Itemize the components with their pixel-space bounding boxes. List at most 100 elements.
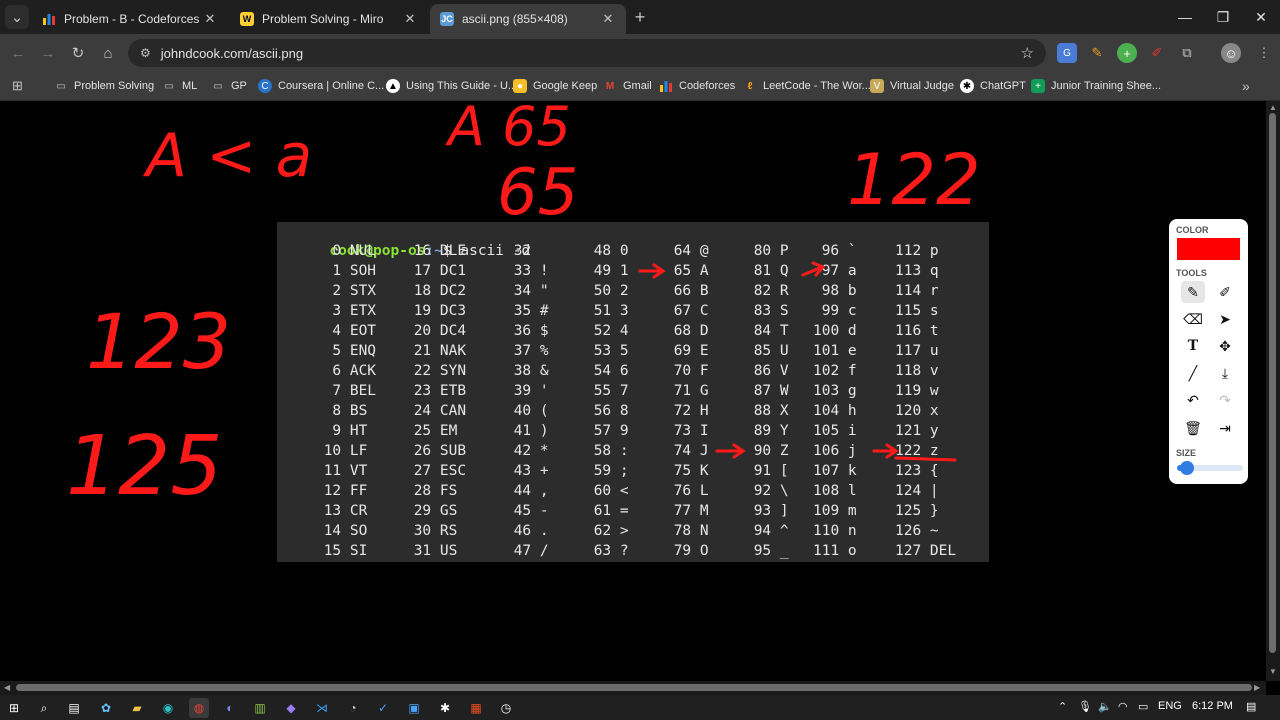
- ascii-entry: 66 B: [673, 283, 709, 299]
- notepad-icon[interactable]: ▥: [250, 698, 270, 718]
- bookmark-chatgpt[interactable]: ✱ ChatGPT: [960, 77, 1026, 95]
- bookmark-star-icon[interactable]: ☆: [1021, 44, 1034, 62]
- discord-icon[interactable]: ◐: [220, 698, 240, 718]
- pen-extension-icon[interactable]: ✎: [1087, 43, 1107, 63]
- color-swatch[interactable]: [1177, 238, 1240, 260]
- exit-icon[interactable]: ⇥: [1213, 417, 1237, 439]
- bookmark-junior-training-sheet[interactable]: + Junior Training Shee...: [1031, 77, 1161, 95]
- tab-miro[interactable]: W Problem Solving - Miro ✕: [230, 4, 428, 34]
- trash-icon[interactable]: 🗑: [1181, 417, 1205, 439]
- clock-app-icon[interactable]: ◷: [496, 698, 516, 718]
- volume-icon[interactable]: 🔈: [1098, 700, 1112, 713]
- close-window-button[interactable]: ✕: [1242, 0, 1280, 34]
- obsidian-icon[interactable]: ◆: [281, 698, 301, 718]
- copilot-icon[interactable]: ✿: [96, 698, 116, 718]
- undo-icon[interactable]: ↶: [1181, 389, 1205, 411]
- linear-icon[interactable]: ▣: [404, 698, 424, 718]
- menu-kebab-icon[interactable]: ⋮: [1254, 43, 1274, 63]
- size-slider-thumb[interactable]: [1180, 461, 1194, 475]
- bookmark-using-this-guide[interactable]: ▲ Using This Guide - U...: [386, 77, 517, 95]
- redo-icon[interactable]: ↷: [1213, 389, 1237, 411]
- edge-icon[interactable]: ◉: [158, 698, 178, 718]
- office-icon[interactable]: ▦: [466, 698, 486, 718]
- text-tool-icon[interactable]: T: [1181, 335, 1205, 357]
- pen-tool-icon[interactable]: ✎: [1181, 281, 1205, 303]
- bookmark-ml[interactable]: ▭ ML: [162, 77, 197, 95]
- tab-ascii-image[interactable]: JC ascii.png (855×408) ✕: [430, 4, 626, 34]
- download-tool-icon[interactable]: ⤓: [1213, 362, 1237, 384]
- extensions-puzzle-icon[interactable]: ⧉: [1177, 43, 1197, 63]
- bookmark-gp[interactable]: ▭ GP: [211, 77, 247, 95]
- scroll-left-icon[interactable]: ◀: [4, 683, 10, 692]
- back-button[interactable]: ←: [6, 41, 30, 65]
- ascii-entry: 18 DC2: [413, 283, 467, 299]
- wifi-icon[interactable]: ◠: [1118, 700, 1128, 713]
- line-tool-icon[interactable]: ╱: [1181, 362, 1205, 384]
- bookmark-virtual-judge[interactable]: V Virtual Judge: [870, 77, 954, 95]
- reload-button[interactable]: ↻: [66, 41, 90, 65]
- forward-button[interactable]: →: [36, 41, 60, 65]
- home-button[interactable]: ⌂: [96, 41, 120, 65]
- new-tab-button[interactable]: +: [628, 5, 652, 29]
- battery-icon[interactable]: ▭: [1138, 700, 1148, 713]
- clock-time[interactable]: 6:12 PM: [1192, 700, 1233, 712]
- todo-icon[interactable]: ✓: [373, 698, 393, 718]
- bookmark-problem-solving[interactable]: ▭ Problem Solving: [54, 77, 154, 95]
- move-tool-icon[interactable]: ✥: [1213, 335, 1237, 357]
- ascii-entry: 38 &: [513, 363, 549, 379]
- apps-grid-icon[interactable]: ⊞: [12, 77, 23, 95]
- task-view-icon[interactable]: ▤: [64, 698, 84, 718]
- address-bar[interactable]: ⚙ johndcook.com/ascii.png ☆: [128, 39, 1046, 67]
- chrome-icon[interactable]: ◍: [189, 698, 209, 718]
- vertical-scrollbar[interactable]: ▲ ▼: [1266, 101, 1280, 681]
- tab-codeforces[interactable]: Problem - B - Codeforces ✕: [32, 4, 228, 34]
- bookmark-codeforces[interactable]: Codeforces: [659, 77, 735, 95]
- close-icon[interactable]: ✕: [402, 11, 418, 27]
- tray-overflow-chevron-icon[interactable]: ⌃: [1058, 700, 1067, 713]
- site-info-icon[interactable]: ⚙: [140, 46, 151, 60]
- scroll-right-icon[interactable]: ▶: [1254, 683, 1260, 692]
- bookmark-label: Virtual Judge: [890, 80, 955, 92]
- file-explorer-icon[interactable]: ▰: [127, 698, 147, 718]
- marker-extension-icon[interactable]: ✐: [1147, 43, 1167, 63]
- ascii-entry: 111 o: [813, 543, 857, 559]
- vscode-icon[interactable]: ⋊: [312, 698, 332, 718]
- horizontal-scrollbar[interactable]: ◀ ▶: [0, 681, 1266, 695]
- scroll-up-icon[interactable]: ▲: [1269, 103, 1277, 112]
- bookmark-gmail[interactable]: M Gmail: [603, 77, 652, 95]
- microphone-icon[interactable]: 🎙: [1078, 700, 1092, 713]
- ascii-entry: 107 k: [813, 463, 857, 479]
- tab-search-button[interactable]: ⌄: [5, 5, 29, 29]
- eraser-tool-icon[interactable]: ⌫: [1181, 308, 1205, 330]
- language-indicator[interactable]: ENG: [1158, 700, 1182, 712]
- windows-start-icon[interactable]: ⊞: [4, 698, 24, 718]
- ascii-entry: 112 p: [895, 243, 939, 259]
- minimize-button[interactable]: —: [1166, 0, 1204, 34]
- profile-avatar[interactable]: ☺: [1221, 43, 1241, 63]
- plus-extension-icon[interactable]: +: [1117, 43, 1137, 63]
- ascii-entry: 89 Y: [753, 423, 789, 439]
- ascii-entry: 37 %: [513, 343, 549, 359]
- bookmark-leetcode[interactable]: ℓ LeetCode - The Wor...: [743, 77, 871, 95]
- codeforces-icon: [42, 12, 56, 26]
- translate-icon[interactable]: G: [1057, 43, 1077, 63]
- close-icon[interactable]: ✕: [600, 11, 616, 27]
- notifications-icon[interactable]: ▤: [1246, 700, 1256, 713]
- close-icon[interactable]: ✕: [202, 11, 218, 27]
- app-icon[interactable]: ◔: [343, 698, 363, 718]
- scroll-thumb[interactable]: [16, 684, 1252, 691]
- scroll-thumb[interactable]: [1269, 113, 1276, 653]
- ascii-entry: 104 h: [813, 403, 857, 419]
- highlighter-tool-icon[interactable]: ✐: [1213, 281, 1237, 303]
- chatgpt-icon[interactable]: ✱: [435, 698, 455, 718]
- more-bookmarks-chevron-icon[interactable]: »: [1242, 77, 1250, 95]
- bookmark-google-keep[interactable]: ● Google Keep: [513, 77, 597, 95]
- bookmarks-bar: ⊞ ▭ Problem Solving ▭ ML ▭ GP C Coursera | O…: [0, 72, 1280, 101]
- search-icon[interactable]: ⌕: [34, 698, 54, 718]
- size-slider[interactable]: [1177, 461, 1243, 475]
- bookmark-coursera[interactable]: C Coursera | Online C...: [258, 77, 384, 95]
- ascii-entry: 92 \: [753, 483, 789, 499]
- maximize-button[interactable]: ❐: [1204, 0, 1242, 34]
- scroll-down-icon[interactable]: ▼: [1269, 667, 1277, 676]
- pointer-tool-icon[interactable]: ➤: [1213, 308, 1237, 330]
